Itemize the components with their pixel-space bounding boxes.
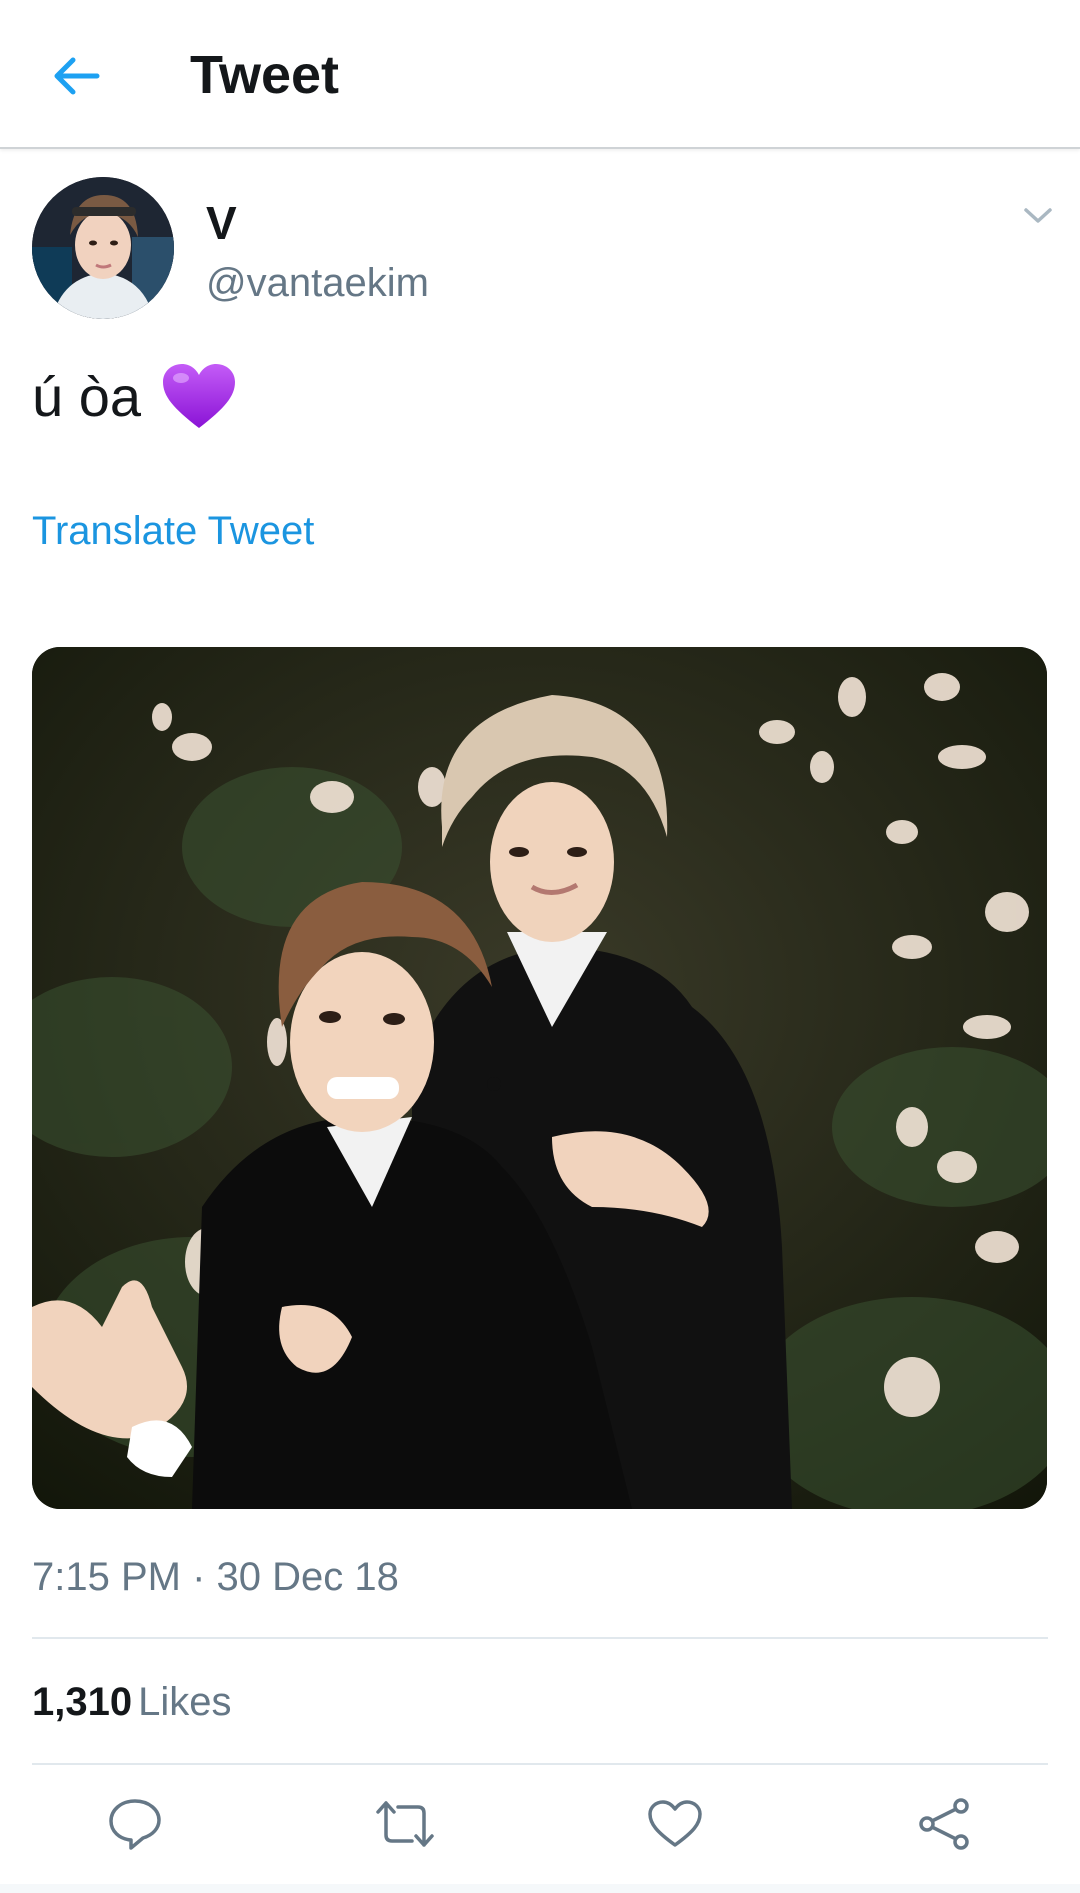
avatar-image xyxy=(32,177,174,319)
chevron-down-icon xyxy=(1024,208,1052,223)
likes-count: 1,310 xyxy=(32,1680,133,1724)
more-options-button[interactable] xyxy=(1018,198,1058,234)
tweet-photo[interactable] xyxy=(32,647,1047,1509)
divider xyxy=(32,1637,1048,1639)
tweet-photo-image xyxy=(32,647,1047,1509)
arrow-left-icon xyxy=(54,57,100,95)
author-handle[interactable]: @vantaekim xyxy=(206,258,429,308)
page-title: Tweet xyxy=(190,45,340,105)
tweet-timestamp: 7:15 PM · 30 Dec 18 xyxy=(32,1555,399,1599)
likes-label: Likes xyxy=(138,1680,232,1724)
share-icon xyxy=(919,1798,969,1850)
avatar[interactable] xyxy=(32,177,174,319)
author-display-name[interactable]: V xyxy=(206,196,237,250)
likes-stat[interactable]: 1,310 Likes xyxy=(32,1677,232,1727)
heart-icon xyxy=(648,1800,702,1847)
purple-heart-emoji-icon xyxy=(161,362,237,432)
back-button[interactable] xyxy=(40,40,112,112)
retweet-button[interactable] xyxy=(370,1792,440,1856)
bottom-edge xyxy=(0,1884,1080,1893)
tweet-text-content: ú òa xyxy=(32,365,141,428)
share-button[interactable] xyxy=(910,1792,980,1856)
like-button[interactable] xyxy=(640,1792,710,1856)
tweet-text: ú òa xyxy=(32,362,237,432)
reply-button[interactable] xyxy=(100,1792,170,1856)
top-app-bar: Tweet xyxy=(0,0,1080,149)
reply-icon xyxy=(109,1799,161,1850)
divider xyxy=(32,1763,1048,1765)
retweet-icon xyxy=(376,1801,434,1847)
translate-tweet-link[interactable]: Translate Tweet xyxy=(32,506,314,556)
